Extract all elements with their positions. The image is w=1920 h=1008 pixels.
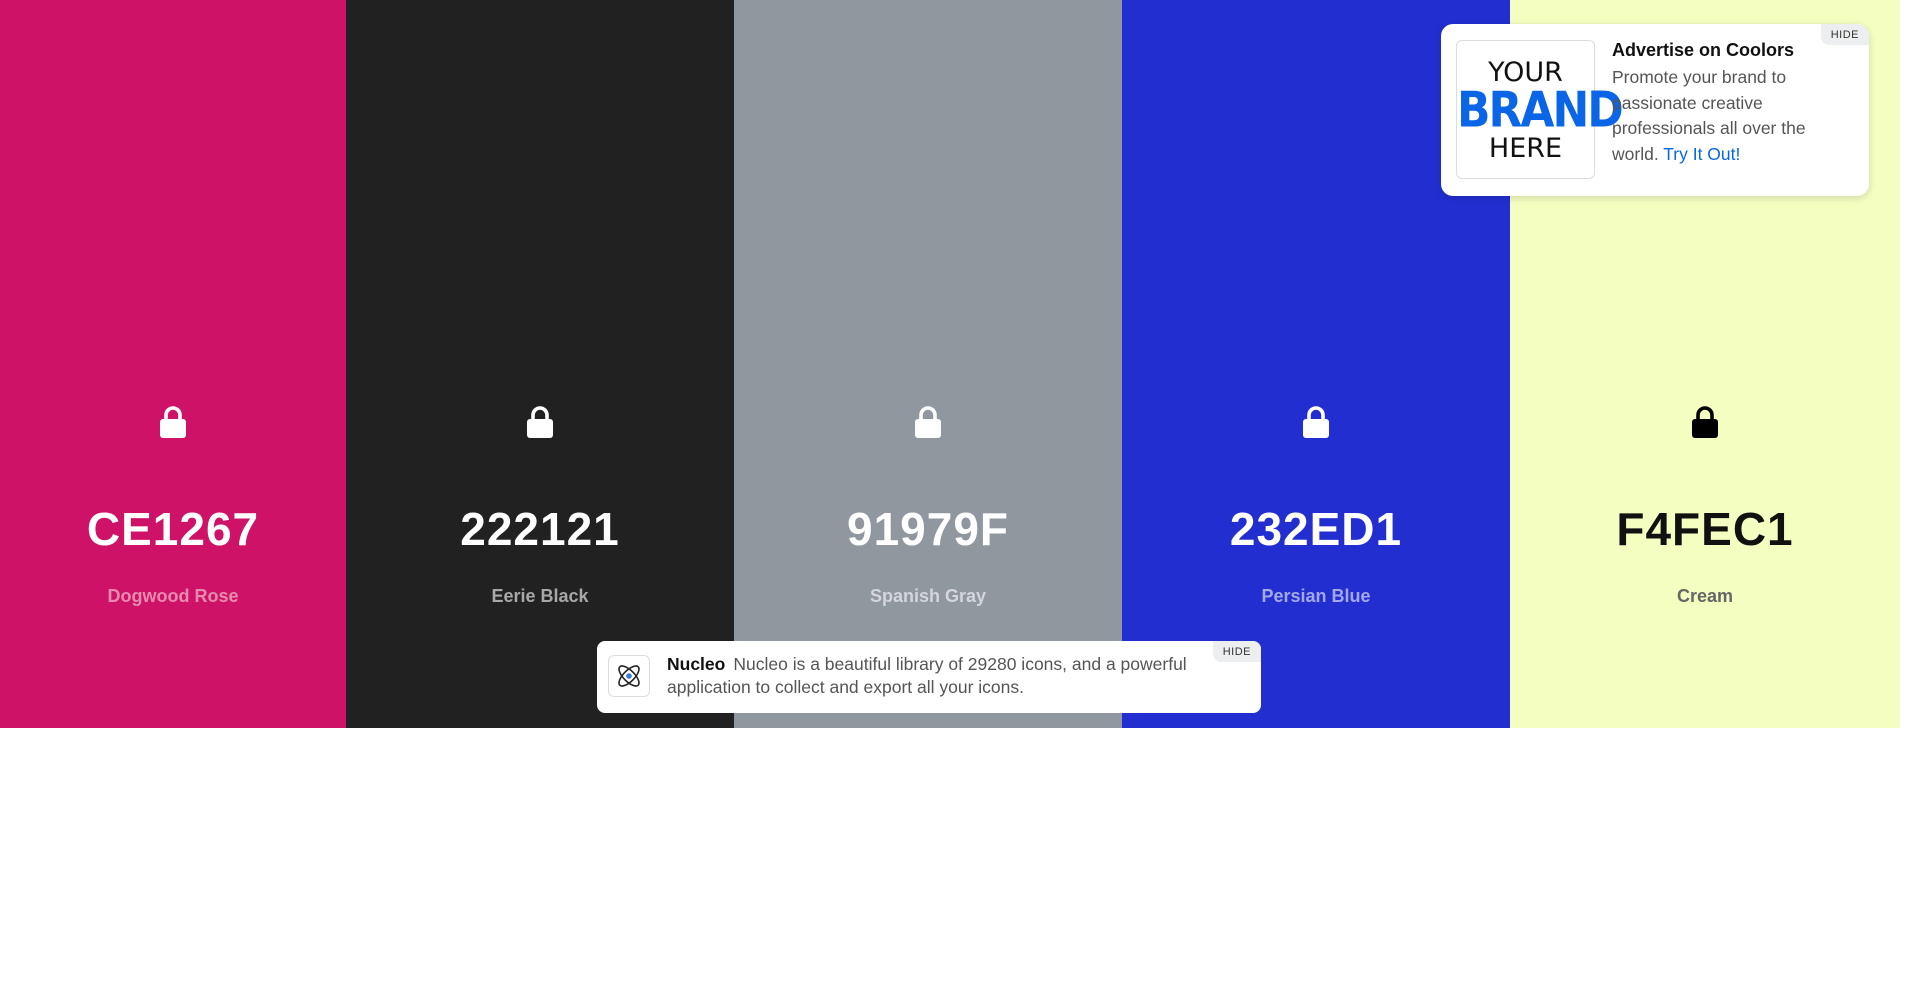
- lock-icon[interactable]: [525, 405, 555, 439]
- nucleo-ad-text: Nucleo Nucleo is a beautiful library of 2…: [667, 653, 1187, 699]
- logo-line-here: HERE: [1488, 133, 1563, 164]
- hex-code[interactable]: 91979F: [734, 502, 1122, 556]
- lock-icon[interactable]: [1301, 405, 1331, 439]
- advertise-card: YOUR BRAND HERE Advertise on Coolors Pro…: [1441, 24, 1869, 196]
- hide-nucleo-ad-button[interactable]: HIDE: [1212, 641, 1261, 662]
- lock-icon[interactable]: [1690, 405, 1720, 439]
- ad-title[interactable]: Advertise on Coolors: [1612, 40, 1794, 61]
- nucleo-ad[interactable]: Nucleo Nucleo is a beautiful library of 2…: [597, 641, 1261, 713]
- ad-body: Promote your brand to passionate creativ…: [1612, 65, 1848, 167]
- brand-placeholder-logo[interactable]: YOUR BRAND HERE: [1456, 40, 1624, 179]
- hex-code[interactable]: F4FEC1: [1510, 502, 1900, 556]
- color-name[interactable]: Cream: [1510, 586, 1900, 607]
- swatch-0[interactable]: CE1267 Dogwood Rose: [0, 0, 346, 728]
- hide-ad-button[interactable]: HIDE: [1820, 24, 1869, 45]
- nucleo-description: Nucleo is a beautiful library of 29280 i…: [667, 654, 1187, 697]
- color-name[interactable]: Persian Blue: [1122, 586, 1510, 607]
- hex-code[interactable]: 222121: [346, 502, 734, 556]
- atom-icon: [608, 655, 650, 697]
- try-it-out-link[interactable]: Try It Out!: [1663, 144, 1740, 164]
- swatch-2[interactable]: 91979F Spanish Gray: [734, 0, 1122, 728]
- nucleo-brand: Nucleo: [667, 654, 726, 674]
- lock-icon[interactable]: [913, 405, 943, 439]
- hex-code[interactable]: 232ED1: [1122, 502, 1510, 556]
- color-name[interactable]: Dogwood Rose: [0, 586, 346, 607]
- color-name[interactable]: Spanish Gray: [734, 586, 1122, 607]
- swatch-1[interactable]: 222121 Eerie Black: [346, 0, 734, 728]
- logo-line-brand: BRAND: [1457, 81, 1624, 140]
- hex-code[interactable]: CE1267: [0, 502, 346, 556]
- color-name[interactable]: Eerie Black: [346, 586, 734, 607]
- lock-icon[interactable]: [158, 405, 188, 439]
